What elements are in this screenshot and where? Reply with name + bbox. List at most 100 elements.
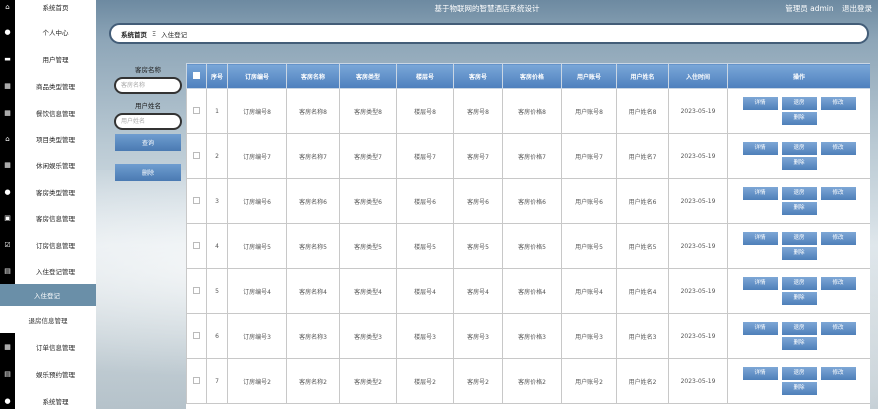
row-checkbox[interactable] [193, 376, 200, 384]
row-checkbox[interactable] [193, 241, 200, 249]
row-select-cell[interactable] [186, 313, 207, 359]
column-header: 操作 [727, 63, 870, 89]
table-cell: 用户姓名3 [616, 313, 669, 359]
detail-button[interactable]: 详情 [742, 187, 778, 200]
row-select-cell[interactable] [186, 133, 207, 179]
table-cell: 订房编号2 [227, 358, 287, 404]
detail-button[interactable]: 详情 [742, 322, 778, 335]
sidebar-item-bookings[interactable]: ☑ 订房信息管理 [0, 231, 96, 258]
checkout-button[interactable]: 退房 [781, 142, 817, 155]
table-cell: 用户姓名4 [616, 268, 669, 314]
column-header: 客房号 [453, 63, 503, 89]
delete-button[interactable]: 删除 [781, 382, 817, 395]
delete-button[interactable]: 删除 [781, 112, 817, 125]
table-row: 2 订房编号7 客房名称7 客房类型7 楼层号7 客房号7 客房价格7 用户账号7 用户姓名7 2… [186, 133, 870, 179]
row-checkbox[interactable] [193, 106, 200, 114]
detail-button[interactable]: 详情 [742, 232, 778, 245]
delete-button[interactable]: 删除 [781, 157, 817, 170]
document-icon: ▤ [0, 360, 15, 387]
table-row: 7 订房编号2 客房名称2 客房类型2 楼层号2 客房号2 客房价格2 用户账号2 用户姓名2 2… [186, 358, 870, 404]
logout-link[interactable]: 退出登录 [842, 4, 872, 13]
table-cell: 2023-05-19 [668, 313, 728, 359]
row-select-cell[interactable] [186, 223, 207, 269]
delete-button[interactable]: 删除 [781, 202, 817, 215]
table-cell: 客房名称3 [286, 313, 340, 359]
detail-button[interactable]: 详情 [742, 277, 778, 290]
breadcrumb-home[interactable]: 系统首页 [121, 29, 147, 39]
detail-button[interactable]: 详情 [742, 142, 778, 155]
grid-icon: ▦ [0, 151, 15, 178]
edit-button[interactable]: 修改 [820, 142, 856, 155]
checkout-button[interactable]: 退房 [781, 97, 817, 110]
sidebar-item-orders[interactable]: ▦ 订单信息管理 [0, 333, 96, 360]
select-all-header[interactable] [186, 63, 207, 89]
table-cell: 6 [206, 313, 228, 359]
row-select-cell[interactable] [186, 268, 207, 314]
sidebar-item-leisure[interactable]: ▦ 休闲娱乐管理 [0, 151, 96, 178]
table-row: 5 订房编号4 客房名称4 客房类型4 楼层号4 客房号4 客房价格4 用户账号4 用户姓名4 2… [186, 268, 870, 314]
checkout-button[interactable]: 退房 [781, 232, 817, 245]
column-header: 楼层号 [396, 63, 454, 89]
row-select-cell[interactable] [186, 88, 207, 134]
sidebar-item-profile[interactable]: ● 个人中心 [0, 18, 96, 45]
sidebar-item-users[interactable]: ▬ 用户管理 [0, 45, 96, 72]
user-name-input[interactable] [114, 113, 182, 130]
sidebar-item-room-types[interactable]: ● 客房类型管理 [0, 178, 96, 205]
table-cell: 客房号6 [453, 178, 503, 224]
row-checkbox[interactable] [193, 196, 200, 204]
sidebar: ⌂ 系统首页 ● 个人中心 ▬ 用户管理 ▦ 商品类型管理 ▦ 餐饮信息管理 ⌂… [0, 0, 96, 409]
sidebar-item-product-types[interactable]: ▦ 商品类型管理 [0, 72, 96, 99]
edit-button[interactable]: 修改 [820, 232, 856, 245]
table-cell: 客房名称2 [286, 358, 340, 404]
sidebar-item-system[interactable]: ● 系统管理 [0, 387, 96, 409]
detail-button[interactable]: 详情 [742, 367, 778, 380]
edit-button[interactable]: 修改 [820, 187, 856, 200]
sidebar-item-rooms[interactable]: ▣ 客房信息管理 [0, 204, 96, 231]
delete-button[interactable]: 删除 [781, 337, 817, 350]
table-cell: 用户姓名6 [616, 178, 669, 224]
table-cell: 订房编号3 [227, 313, 287, 359]
row-select-cell[interactable] [186, 178, 207, 224]
sidebar-item-home[interactable]: ⌂ 系统首页 [0, 0, 96, 20]
table-cell: 用户账号5 [561, 223, 617, 269]
table-cell: 客房价格5 [502, 223, 562, 269]
detail-button[interactable]: 详情 [742, 97, 778, 110]
edit-button[interactable]: 修改 [820, 97, 856, 110]
edit-button[interactable]: 修改 [820, 322, 856, 335]
sidebar-subitem-checkout-info[interactable]: 退房信息管理 [0, 309, 96, 331]
checkout-button[interactable]: 退房 [781, 187, 817, 200]
checkout-button[interactable]: 退房 [781, 322, 817, 335]
column-header: 客房类型 [339, 63, 397, 89]
sidebar-item-project-types[interactable]: ⌂ 项目类型管理 [0, 125, 96, 152]
row-checkbox[interactable] [193, 331, 200, 339]
table-cell: 客房号7 [453, 133, 503, 179]
checkout-button[interactable]: 退房 [781, 367, 817, 380]
sidebar-subitem-checkin[interactable]: 入住登记 [0, 284, 96, 306]
edit-button[interactable]: 修改 [820, 277, 856, 290]
delete-button[interactable]: 删除 [781, 292, 817, 305]
table-cell: 楼层号2 [396, 358, 454, 404]
row-select-cell[interactable] [186, 358, 207, 404]
breadcrumb: 系统首页 Ξ 入住登记 [109, 23, 869, 44]
grid-icon: ▦ [0, 333, 15, 360]
row-actions: 详情 退房 修改删除 [727, 223, 870, 269]
table-cell: 客房号8 [453, 88, 503, 134]
column-header: 用户姓名 [616, 63, 669, 89]
user-icon: ● [0, 387, 15, 409]
query-button[interactable]: 查询 [115, 134, 181, 151]
sidebar-item-dining[interactable]: ▦ 餐饮信息管理 [0, 99, 96, 126]
sidebar-item-checkin-management[interactable]: ▤ 入住登记管理 [0, 257, 96, 284]
bulk-delete-button[interactable]: 删除 [115, 164, 181, 181]
room-name-input[interactable] [114, 77, 182, 94]
row-checkbox[interactable] [193, 286, 200, 294]
table-cell: 3 [206, 178, 228, 224]
checkout-button[interactable]: 退房 [781, 277, 817, 290]
edit-button[interactable]: 修改 [820, 367, 856, 380]
select-all-checkbox[interactable] [193, 71, 200, 79]
message-icon: ▬ [0, 45, 15, 72]
delete-button[interactable]: 删除 [781, 247, 817, 260]
table-cell: 客房类型5 [339, 223, 397, 269]
row-checkbox[interactable] [193, 151, 200, 159]
sidebar-item-entertainment-booking[interactable]: ▤ 娱乐预约管理 [0, 360, 96, 387]
user-name-label: 用户姓名 [135, 102, 161, 110]
